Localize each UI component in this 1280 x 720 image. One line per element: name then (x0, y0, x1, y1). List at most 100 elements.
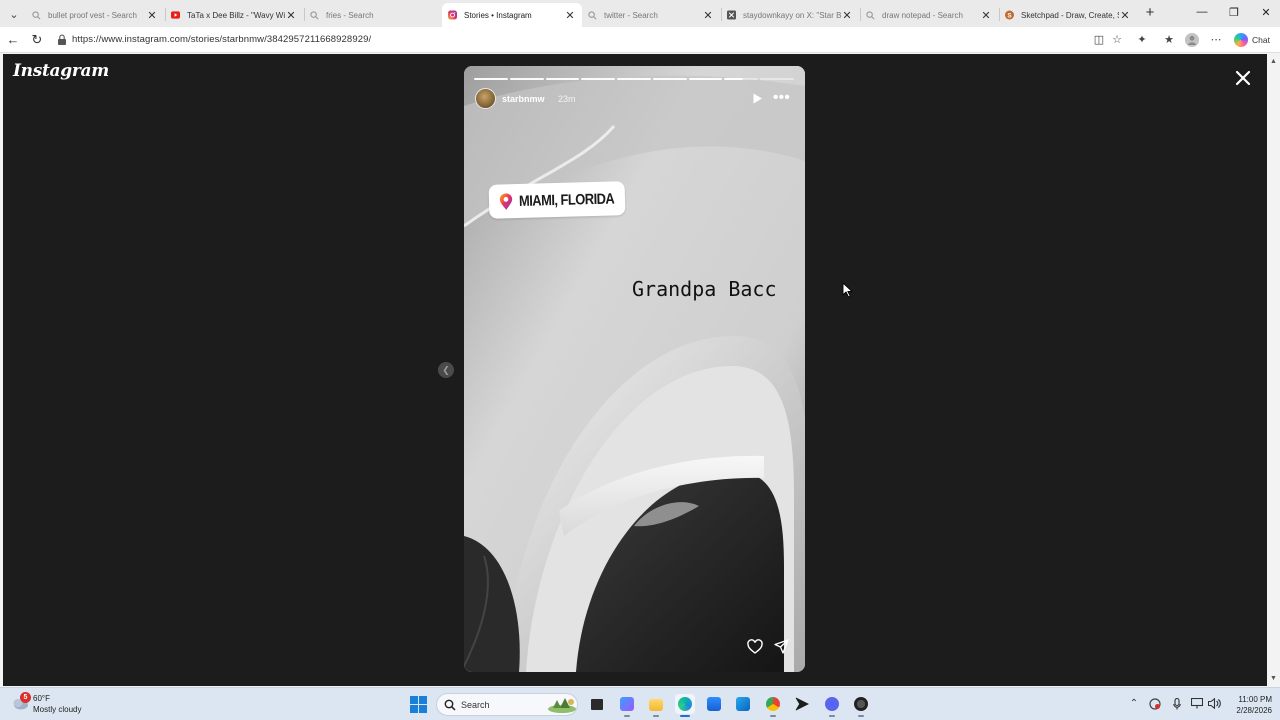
clock-time: 11:00 PM (1238, 695, 1272, 704)
tab-title: staydownkayy on X: "Star B (743, 10, 841, 20)
search-placeholder: Search (461, 700, 490, 710)
show-hidden-icons-chevron-icon[interactable]: ⌃ (1127, 698, 1141, 709)
close-tab-icon[interactable]: ✕ (1119, 9, 1131, 22)
widgets-glyph (620, 697, 634, 711)
progress-segment (474, 78, 508, 80)
system-clock[interactable]: 11:00 PM 2/28/2026 (1226, 694, 1272, 716)
edge-glyph (678, 697, 692, 711)
copilot-chat-button[interactable]: Chat (1234, 32, 1270, 48)
antivirus-tray-icon[interactable] (1148, 698, 1162, 713)
minimize-window-icon[interactable]: — (1192, 6, 1212, 18)
back-arrow-icon[interactable]: ← (4, 31, 22, 49)
story-username[interactable]: starbnmw (502, 94, 545, 104)
close-tab-icon[interactable]: ✕ (146, 9, 158, 22)
game-glyph (854, 697, 868, 711)
weather-widget[interactable]: 5 60°F Mostly cloudy (11, 692, 101, 717)
running-indicator (653, 715, 659, 717)
profile-avatar-icon[interactable] (1185, 33, 1199, 47)
favorite-star-icon[interactable]: ☆ (1110, 33, 1124, 47)
tab-fries-search[interactable]: fries - Search (304, 3, 442, 27)
taskbar-search-box[interactable]: Search (436, 693, 578, 716)
taskbar-chrome-icon[interactable] (763, 694, 783, 717)
tab-sketchpad[interactable]: S Sketchpad - Draw, Create, Sh ✕ (999, 3, 1137, 27)
favorites-icon[interactable]: ★ (1162, 33, 1176, 47)
close-tab-icon[interactable]: ✕ (702, 9, 714, 22)
taskbar-arrow-app-icon[interactable] (792, 694, 812, 714)
discord-glyph (825, 697, 839, 711)
tab-twitter-search[interactable]: twitter - Search ✕ (582, 3, 720, 27)
location-pin-icon (499, 192, 513, 210)
search-icon (588, 10, 597, 20)
notification-badge: 5 (20, 692, 31, 703)
tab-title: bullet proof vest - Search (48, 10, 137, 20)
send-icon[interactable] (774, 639, 789, 654)
search-icon (32, 10, 41, 20)
taskbar-outlook-icon[interactable] (733, 694, 753, 714)
url-text: https://www.instagram.com/stories/starbn… (72, 34, 372, 45)
windows-start-icon[interactable] (410, 696, 427, 713)
url-field[interactable]: https://www.instagram.com/stories/starbn… (50, 30, 1200, 50)
page-scrollbar[interactable]: ▲ ▼ (1267, 54, 1280, 686)
heart-icon[interactable] (747, 639, 763, 655)
refresh-icon[interactable]: ↻ (28, 31, 46, 49)
copilot-icon (1234, 33, 1248, 47)
running-indicator (770, 715, 776, 717)
new-tab-plus-icon[interactable]: + (1142, 5, 1158, 21)
x-icon (727, 10, 736, 20)
more-options-icon[interactable]: ⋯ (1209, 33, 1223, 47)
avatar[interactable] (475, 88, 496, 109)
close-window-icon[interactable]: ✕ (1256, 6, 1276, 19)
tab-title: draw notepad - Search (882, 10, 963, 20)
youtube-icon (171, 11, 180, 20)
tab-tata-dee-billz[interactable]: TaTa x Dee Billz - "Wavy Wit ✕ (165, 3, 303, 27)
instagram-logo[interactable]: Instagram (13, 61, 109, 81)
close-tab-icon[interactable]: ✕ (980, 9, 992, 22)
taskbar-store-icon[interactable] (704, 694, 724, 714)
instagram-icon (448, 10, 457, 20)
more-options-icon[interactable]: ••• (773, 89, 790, 106)
browser-tab-strip: ⌄ bullet proof vest - Search ✕ TaTa x De… (0, 0, 1280, 27)
play-icon[interactable] (752, 93, 763, 104)
folder-glyph (649, 699, 663, 711)
close-icon[interactable] (1232, 67, 1254, 89)
network-icon[interactable] (1190, 697, 1204, 712)
taskbar-game-icon[interactable] (851, 694, 871, 717)
running-indicator (858, 715, 864, 717)
clock-date: 2/28/2026 (1236, 706, 1272, 715)
tab-instagram-stories[interactable]: Stories • Instagram ✕ (442, 3, 582, 27)
extensions-icon[interactable]: ✦ (1135, 33, 1149, 47)
close-tab-icon[interactable]: ✕ (285, 9, 297, 22)
taskbar-edge-browser-icon[interactable] (675, 694, 695, 717)
scroll-up-icon[interactable]: ▲ (1270, 58, 1277, 65)
tab-staydownkayy-x[interactable]: staydownkayy on X: "Star B ✕ (721, 3, 859, 27)
progress-segment (509, 78, 544, 80)
taskbar-task-view-icon[interactable] (587, 694, 607, 714)
taskbar-discord-icon[interactable] (822, 694, 842, 717)
address-bar-row: ← ↻ https://www.instagram.com/stories/st… (0, 27, 1280, 53)
story-card[interactable]: starbnmw 23m ••• MIAMI, FLORIDA Grandpa … (464, 66, 805, 672)
scroll-down-icon[interactable]: ▼ (1270, 675, 1277, 682)
location-sticker[interactable]: MIAMI, FLORIDA (488, 181, 626, 219)
mouse-cursor-icon (842, 282, 853, 298)
tab-draw-notepad-search[interactable]: draw notepad - Search ✕ (860, 3, 998, 27)
progress-segment (617, 78, 651, 80)
tab-title: twitter - Search (604, 10, 658, 20)
chrome-glyph (766, 697, 780, 711)
previous-story-chevron-icon[interactable]: ❮ (438, 362, 454, 378)
story-photo (464, 66, 805, 672)
location-text: MIAMI, FLORIDA (518, 190, 615, 210)
tab-actions-chevron-icon[interactable]: ⌄ (4, 4, 24, 24)
tab-bullet-proof-vest[interactable]: bullet proof vest - Search ✕ (26, 3, 164, 27)
close-tab-icon[interactable]: ✕ (564, 9, 576, 22)
app-available-icon[interactable]: ◫ (1092, 33, 1106, 47)
close-tab-icon[interactable]: ✕ (841, 9, 853, 22)
progress-segment (581, 78, 616, 80)
outlook-glyph (736, 697, 750, 711)
tab-title: fries - Search (326, 10, 374, 20)
restore-window-icon[interactable]: ❐ (1224, 6, 1244, 19)
taskbar-widgets-icon[interactable] (617, 694, 637, 717)
taskbar-file-explorer-icon[interactable] (646, 694, 666, 717)
arrow-app-glyph (795, 697, 809, 711)
microphone-icon[interactable] (1170, 697, 1184, 713)
volume-icon[interactable] (1207, 697, 1221, 712)
